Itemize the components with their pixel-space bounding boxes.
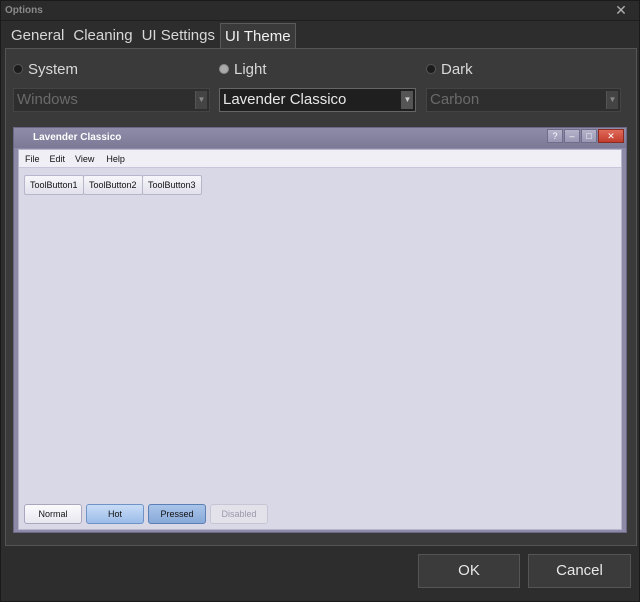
preview-menu-help: Help bbox=[106, 154, 125, 164]
maximize-icon: □ bbox=[581, 129, 597, 143]
preview-menu-view: View bbox=[75, 154, 95, 164]
close-icon: ✕ bbox=[598, 129, 624, 143]
preview-menu-edit: Edit bbox=[49, 154, 66, 164]
dark-theme-combo[interactable]: Carbon ▼ bbox=[426, 88, 621, 112]
preview-normal-button: Normal bbox=[24, 504, 82, 524]
preview-window-buttons: ? – □ ✕ bbox=[546, 129, 624, 143]
radio-label: Light bbox=[234, 60, 267, 78]
chevron-down-icon[interactable]: ▼ bbox=[195, 91, 207, 109]
preview-disabled-button: Disabled bbox=[210, 504, 268, 524]
preview-toolbutton-3: ToolButton3 bbox=[142, 175, 202, 195]
preview-body: File Edit View Help ToolButton1 ToolButt… bbox=[18, 149, 622, 530]
preview-title-bar: Lavender Classico ? – □ ✕ bbox=[14, 128, 626, 148]
ok-button[interactable]: OK bbox=[418, 554, 520, 588]
combo-value: Lavender Classico bbox=[223, 91, 347, 108]
tab-ui-settings[interactable]: UI Settings bbox=[137, 23, 219, 49]
radio-indicator bbox=[13, 64, 23, 74]
window-title: Options bbox=[5, 5, 43, 16]
combo-value: Carbon bbox=[430, 91, 480, 108]
radio-indicator bbox=[219, 64, 229, 74]
tab-ui-theme[interactable]: UI Theme bbox=[219, 23, 296, 49]
preview-menu-file: File bbox=[25, 154, 40, 164]
light-theme-combo[interactable]: Lavender Classico ▼ bbox=[219, 88, 416, 112]
radio-indicator bbox=[426, 64, 436, 74]
radio-system[interactable]: System bbox=[13, 59, 78, 79]
tab-bar: General Cleaning UI Settings UI Theme bbox=[7, 23, 297, 49]
radio-light[interactable]: Light bbox=[219, 59, 267, 79]
close-icon[interactable]: ✕ bbox=[609, 2, 633, 18]
chevron-down-icon[interactable]: ▼ bbox=[606, 91, 618, 109]
preview-menu-bar: File Edit View Help bbox=[19, 150, 621, 168]
combo-value: Windows bbox=[17, 91, 78, 108]
theme-preview-window: Lavender Classico ? – □ ✕ File Edit View… bbox=[13, 127, 627, 533]
preview-toolbutton-2: ToolButton2 bbox=[83, 175, 143, 195]
minimize-icon: – bbox=[564, 129, 580, 143]
help-icon: ? bbox=[547, 129, 563, 143]
preview-pressed-button: Pressed bbox=[148, 504, 206, 524]
radio-dark[interactable]: Dark bbox=[426, 59, 473, 79]
preview-hot-button: Hot bbox=[86, 504, 144, 524]
preview-toolbutton-1: ToolButton1 bbox=[24, 175, 84, 195]
chevron-down-icon[interactable]: ▼ bbox=[401, 91, 413, 109]
options-window: Options ✕ General Cleaning UI Settings U… bbox=[0, 0, 640, 602]
radio-label: Dark bbox=[441, 60, 473, 78]
preview-title: Lavender Classico bbox=[33, 132, 122, 143]
radio-label: System bbox=[28, 60, 79, 78]
title-bar[interactable]: Options ✕ bbox=[1, 1, 639, 21]
tab-general[interactable]: General bbox=[7, 23, 69, 49]
cancel-button[interactable]: Cancel bbox=[528, 554, 631, 588]
tab-cleaning[interactable]: Cleaning bbox=[69, 23, 137, 49]
system-theme-combo[interactable]: Windows ▼ bbox=[13, 88, 210, 112]
